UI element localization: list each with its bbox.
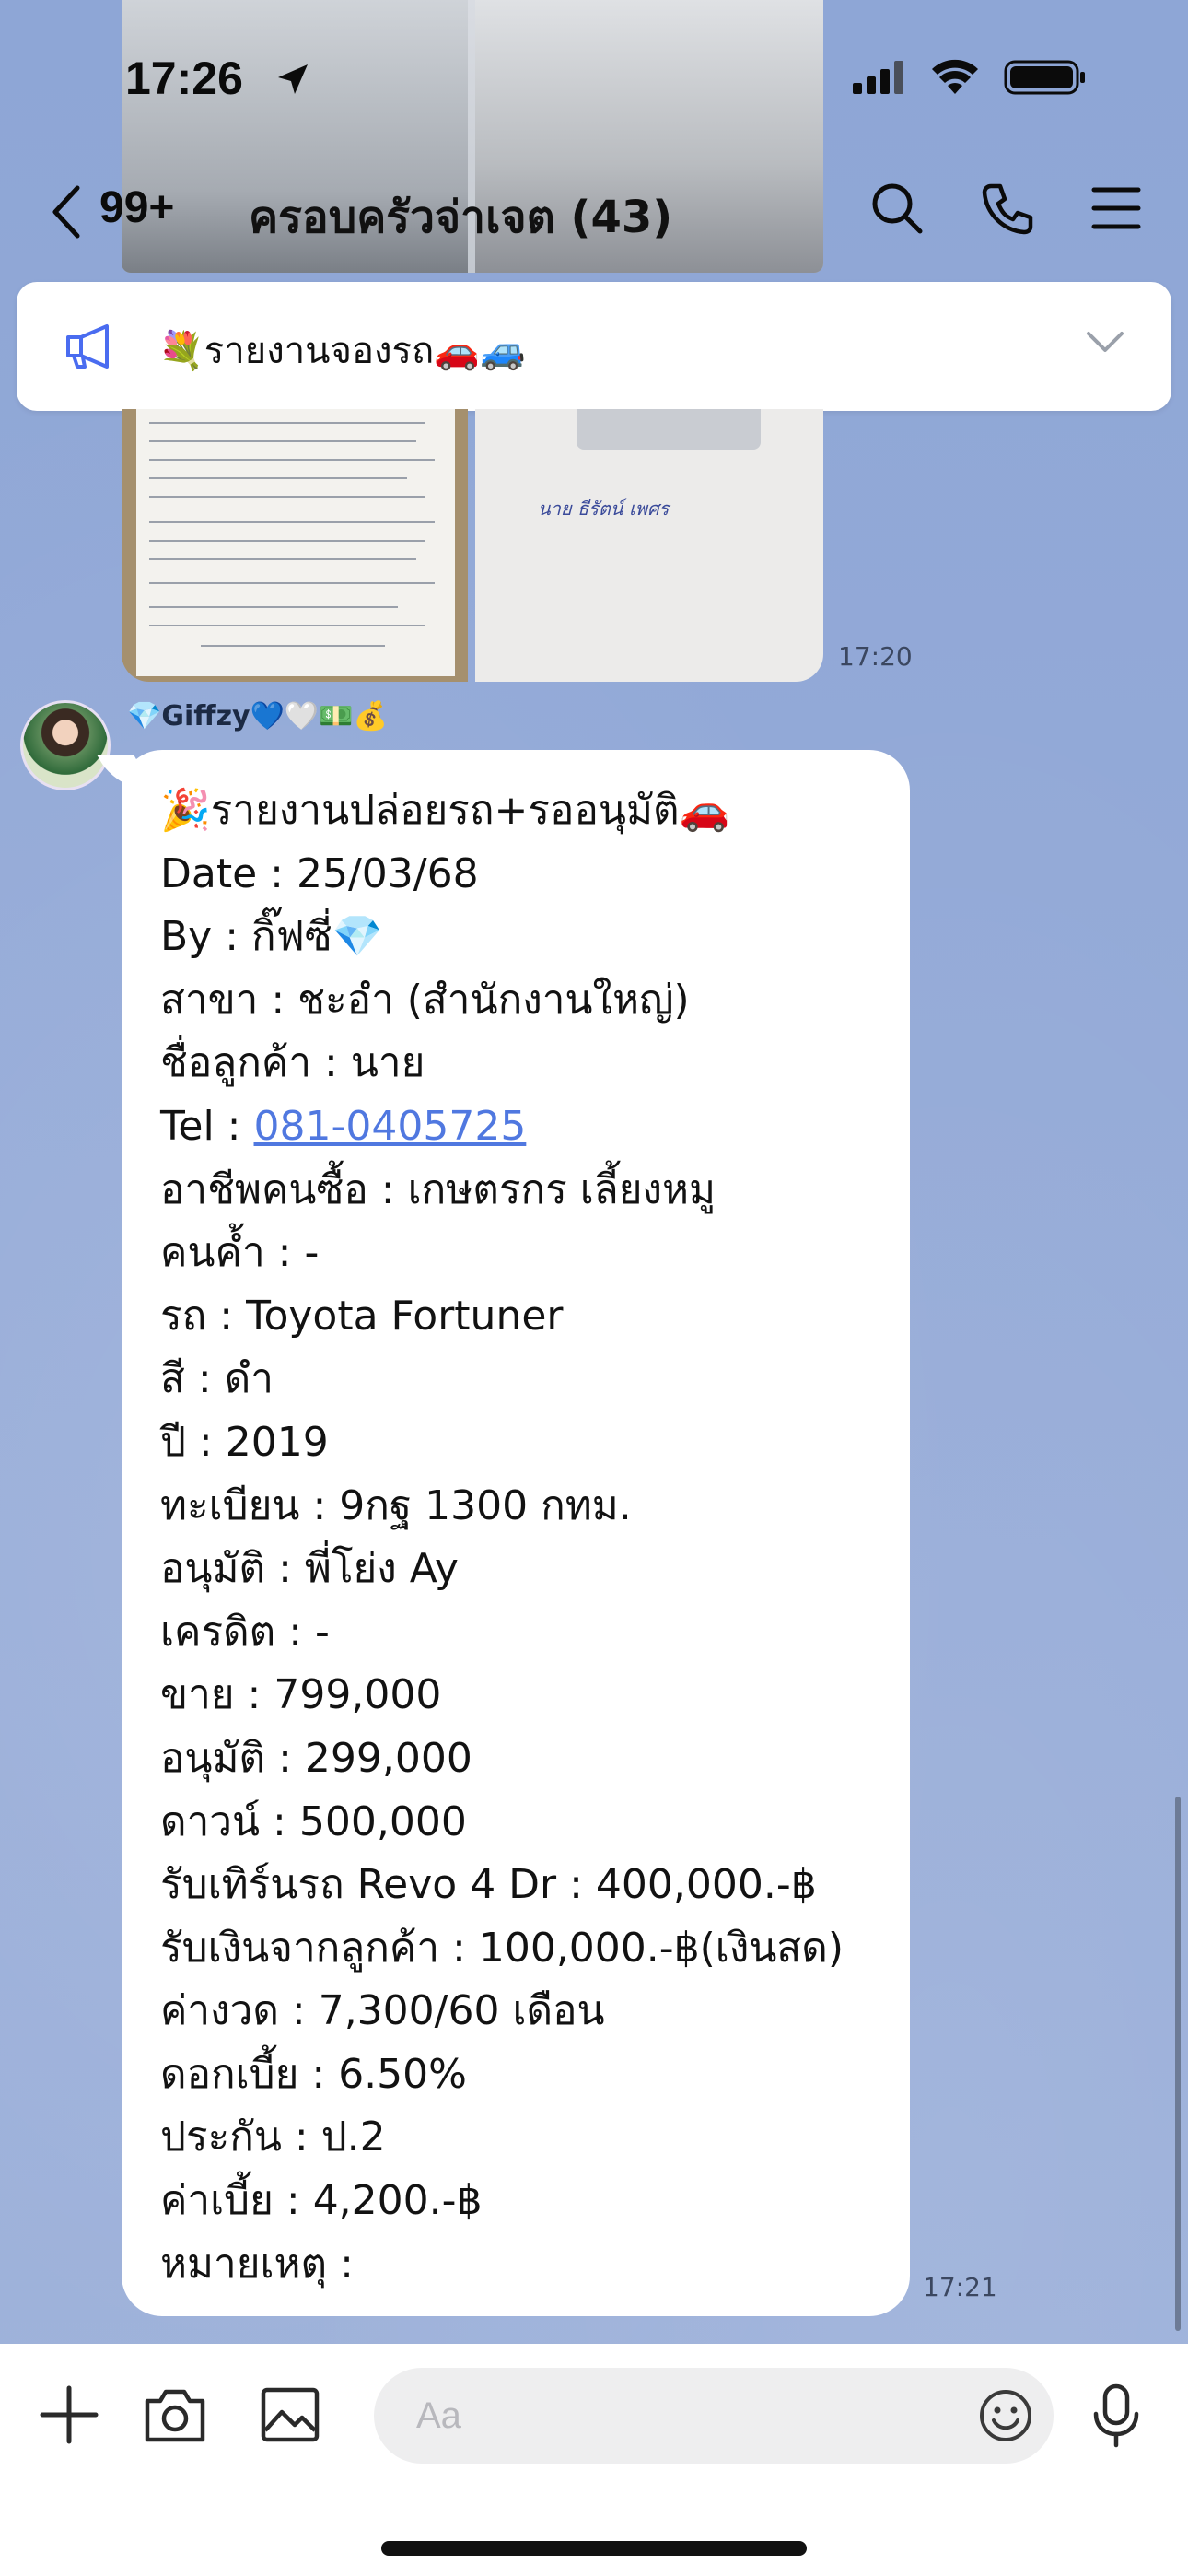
image-icon[interactable] — [258, 2383, 322, 2447]
message-line: ดอกเบี้ย : 6.50% — [160, 2050, 467, 2098]
message-line: Date : 25/03/68 — [160, 849, 479, 897]
message-line: สาขา : ชะอำ (สำนักงานใหญ่) — [160, 976, 690, 1024]
emoji-icon[interactable] — [978, 2388, 1033, 2443]
announcement-banner[interactable]: 💐รายงานจองรถ🚗🚙 — [17, 282, 1171, 411]
avatar[interactable] — [20, 700, 111, 790]
message-line: รถ : Toyota Fortuner — [160, 1292, 564, 1340]
unread-count[interactable]: 99+ — [99, 182, 174, 233]
plus-icon[interactable] — [37, 2383, 101, 2447]
message-line: 🎉รายงานปล่อยรถ+รออนุมัติ🚗 — [160, 787, 730, 834]
message-line: คนค้ำ : - — [160, 1229, 320, 1277]
message-time: 17:20 — [838, 641, 913, 672]
handwritten-signature: นาย ธีรัตน์ เพศร — [538, 498, 670, 520]
input-placeholder: Aa — [416, 2395, 461, 2436]
message-line: หมายเหตุ : — [160, 2240, 354, 2288]
message-line: ปี : 2019 — [160, 1418, 329, 1466]
message-line: อนุมัติ : พี่โย่ง Ay — [160, 1545, 459, 1593]
message-input[interactable]: Aa — [374, 2368, 1054, 2464]
chat-header: 99+ ครอบครัวจ่าเจต (43) — [0, 175, 1188, 249]
location-arrow-icon — [278, 64, 308, 94]
image-message[interactable]: นาย ธีรัตน์ เพศร — [122, 409, 823, 682]
chevron-down-icon[interactable] — [1085, 328, 1125, 356]
status-time: 17:26 — [125, 53, 243, 104]
message-line: รับเทิร์นรถ Revo 4 Dr : 400,000.-฿ — [160, 1861, 817, 1909]
message-line: ขาย : 799,000 — [160, 1671, 442, 1719]
search-icon[interactable] — [869, 181, 925, 236]
camera-icon[interactable] — [142, 2383, 208, 2447]
message-line: เครดิต : - — [160, 1608, 330, 1656]
menu-icon[interactable] — [1090, 181, 1142, 236]
document-photo[interactable] — [122, 409, 468, 682]
message-line: สี : ดำ — [160, 1355, 274, 1403]
message-line: By : กิ๊ฟซี่💎 — [160, 913, 383, 961]
message-line: ชื่อลูกค้า : นาย — [160, 1039, 425, 1087]
microphone-icon[interactable] — [1089, 2383, 1144, 2449]
id-card-photo[interactable]: นาย ธีรัตน์ เพศร — [475, 409, 823, 682]
message-line: อนุมัติ : 299,000 — [160, 1734, 472, 1782]
message-line: ค่างวด : 7,300/60 เดือน — [160, 1987, 605, 2035]
message-line: ค่าเบี้ย : 4,200.-฿ — [160, 2177, 483, 2225]
sender-name: 💎Giffzy💙🤍💵💰 — [127, 700, 388, 732]
id-card — [577, 409, 761, 450]
announcement-text: 💐รายงานจองรถ🚗🚙 — [158, 330, 526, 372]
message-line: ประกัน : ป.2 — [160, 2113, 386, 2161]
battery-icon — [1004, 60, 1085, 95]
back-chevron-icon[interactable] — [48, 184, 85, 240]
phone-label: Tel : — [160, 1102, 254, 1150]
message-text: 🎉รายงานปล่อยรถ+รออนุมัติ🚗 Date : 25/03/6… — [160, 779, 897, 2296]
wifi-icon — [932, 59, 978, 94]
megaphone-icon — [66, 324, 109, 369]
message-line: รับเงินจากลูกค้า : 100,000.-฿(เงินสด) — [160, 1924, 844, 1972]
phone-call-icon[interactable] — [980, 181, 1035, 236]
message-line: ทะเบียน : 9กฐ 1300 กทม. — [160, 1481, 632, 1529]
status-icons — [853, 59, 1087, 96]
signal-icon — [853, 61, 903, 94]
scrollbar[interactable] — [1175, 1797, 1181, 2331]
message-line: ดาวน์ : 500,000 — [160, 1797, 467, 1845]
message-time: 17:21 — [923, 2272, 997, 2302]
home-indicator[interactable] — [381, 2541, 807, 2556]
chat-title[interactable]: ครอบครัวจ่าเจต (43) — [249, 182, 672, 252]
phone-link[interactable]: 081-0405725 — [254, 1103, 527, 1150]
document-paper — [136, 409, 455, 676]
message-line-phone: Tel : 081-0405725 — [160, 1095, 897, 1159]
message-line: อาชีพคนซื้อ : เกษตรกร เลี้ยงหมู — [160, 1165, 716, 1213]
